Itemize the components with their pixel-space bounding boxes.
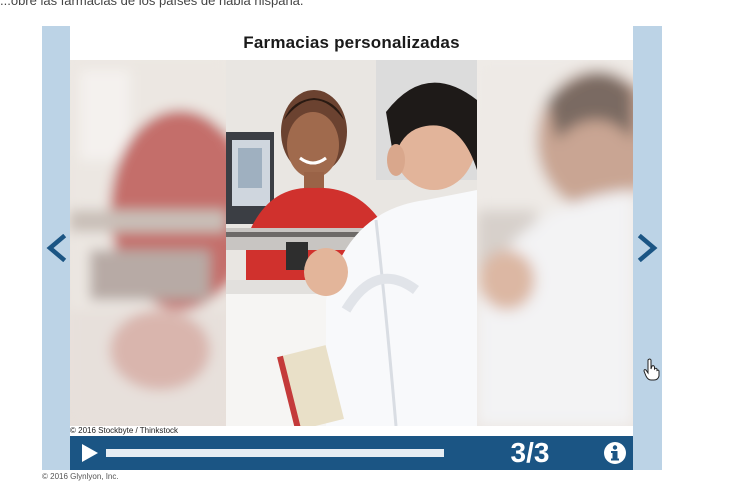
hand-cursor-icon [643, 358, 660, 381]
slide-photo [70, 60, 633, 426]
progress-fill [106, 449, 444, 457]
chevron-left-icon [46, 234, 67, 262]
info-button[interactable] [603, 441, 627, 465]
next-slide-button[interactable] [634, 26, 662, 470]
slide-title: Farmacias personalizadas [243, 33, 460, 52]
photo-blur-left [70, 60, 226, 426]
pharmacist-weighing-patient-photo [226, 60, 477, 426]
photo-blur-right [477, 60, 633, 426]
slideshow-player: Farmacias personalizadas © 2016 Stockbyt… [42, 26, 662, 470]
page-instructions-text: ...obre las farmacias de los países de h… [0, 0, 304, 8]
slideshow-controls: 3/3 [70, 436, 633, 470]
progress-bar[interactable] [106, 449, 444, 457]
slide-counter: 3/3 [510, 437, 550, 468]
info-icon [604, 442, 626, 464]
previous-slide-button[interactable] [42, 26, 70, 470]
play-icon [82, 444, 98, 462]
slide-stage: Farmacias personalizadas © 2016 Stockbyt… [70, 26, 633, 470]
photo-credit: © 2016 Stockbyte / Thinkstock [70, 426, 633, 436]
copyright-text: © 2016 Glynlyon, Inc. [42, 472, 119, 481]
chevron-right-icon [637, 234, 658, 262]
play-button[interactable] [80, 442, 100, 464]
